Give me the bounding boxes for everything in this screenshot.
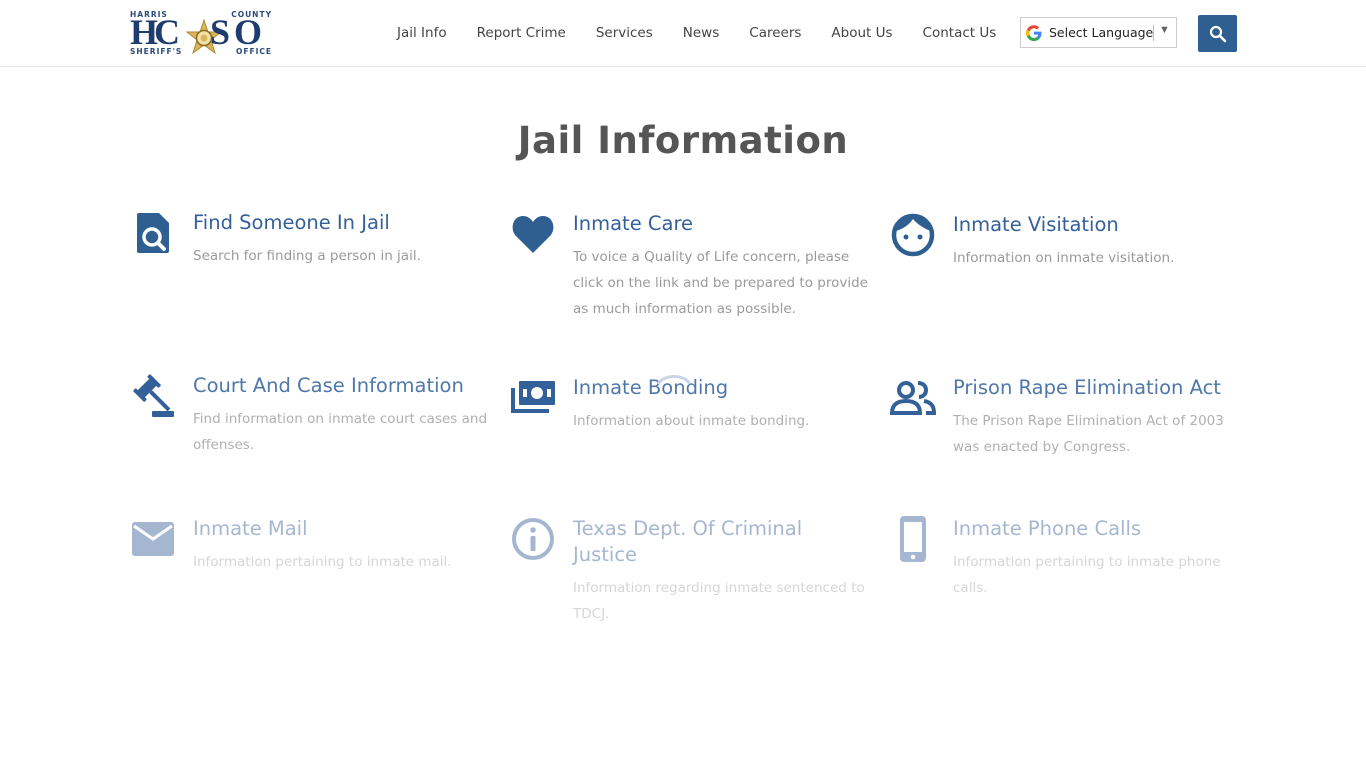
- card-description: To voice a Quality of Life concern, plea…: [573, 249, 868, 317]
- logo-bottom-line: SHERIFF'S OFFICE: [130, 47, 272, 56]
- search-button[interactable]: [1198, 15, 1237, 52]
- logo-letters: H C S O: [130, 12, 272, 55]
- card-description: Search for finding a person in jail.: [193, 248, 421, 264]
- card-description: Information regarding inmate sentenced t…: [573, 580, 865, 622]
- page-title: Jail Information: [517, 119, 849, 162]
- card-description: Information pertaining to inmate mail.: [193, 554, 452, 570]
- nav-report-crime[interactable]: Report Crime: [462, 25, 581, 41]
- nav-services[interactable]: Services: [581, 25, 668, 41]
- card-title[interactable]: Inmate Care: [573, 211, 870, 237]
- phone-icon: [890, 516, 936, 562]
- site-header: HARRIS COUNTY H C S O SHERIFF'S OFFICE J…: [0, 0, 1366, 67]
- nav-about-us[interactable]: About Us: [816, 25, 907, 41]
- card-description: Information on inmate visitation.: [953, 250, 1175, 266]
- card-title[interactable]: Inmate Bonding: [573, 375, 870, 401]
- card-title[interactable]: Prison Rape Elimination Act: [953, 375, 1250, 401]
- card-title[interactable]: Find Someone In Jail: [193, 210, 490, 236]
- logo-letter-s: S: [210, 12, 231, 52]
- card-title[interactable]: Inmate Mail: [193, 516, 490, 542]
- money-icon: [510, 375, 556, 421]
- dropdown-arrow-icon: ▼: [1159, 24, 1170, 36]
- nav-contact-us[interactable]: Contact Us: [908, 25, 1012, 41]
- nav-careers[interactable]: Careers: [734, 25, 816, 41]
- logo-letter-o: O: [234, 12, 263, 52]
- card-description: Information pertaining to inmate phone c…: [953, 554, 1221, 596]
- google-g-icon: [1026, 24, 1042, 41]
- gavel-icon: [130, 373, 176, 419]
- people-icon: [890, 375, 936, 421]
- search-icon: [1209, 25, 1226, 42]
- info-icon: [510, 516, 556, 562]
- language-select[interactable]: Select Language ▼: [1020, 17, 1177, 48]
- logo-letter-c: C: [154, 12, 180, 52]
- card-description: Information about inmate bonding.: [573, 413, 810, 429]
- main-nav: Jail Info Report Crime Services News Car…: [382, 0, 1011, 66]
- nav-news[interactable]: News: [668, 25, 734, 41]
- heart-icon: [510, 211, 556, 257]
- hcso-logo[interactable]: HARRIS COUNTY H C S O SHERIFF'S OFFICE: [130, 10, 272, 56]
- logo-office: OFFICE: [235, 47, 272, 56]
- card-description: The Prison Rape Elimination Act of 2003 …: [953, 413, 1224, 455]
- logo-sheriffs: SHERIFF'S: [130, 47, 183, 56]
- mail-icon: [130, 516, 176, 562]
- language-select-label: Select Language: [1049, 25, 1154, 40]
- face-icon: [890, 212, 936, 258]
- card-title[interactable]: Inmate Visitation: [953, 212, 1250, 238]
- card-title[interactable]: Court And Case Information: [193, 373, 490, 399]
- nav-jail-info[interactable]: Jail Info: [382, 25, 462, 41]
- card-title[interactable]: Texas Dept. Of Criminal Justice: [573, 516, 870, 568]
- card-title[interactable]: Inmate Phone Calls: [953, 516, 1250, 542]
- loading-spinner-icon: [656, 375, 692, 385]
- search-document-icon: [130, 210, 176, 256]
- language-select-divider: [1153, 25, 1154, 41]
- card-description: Find information on inmate court cases a…: [193, 411, 488, 453]
